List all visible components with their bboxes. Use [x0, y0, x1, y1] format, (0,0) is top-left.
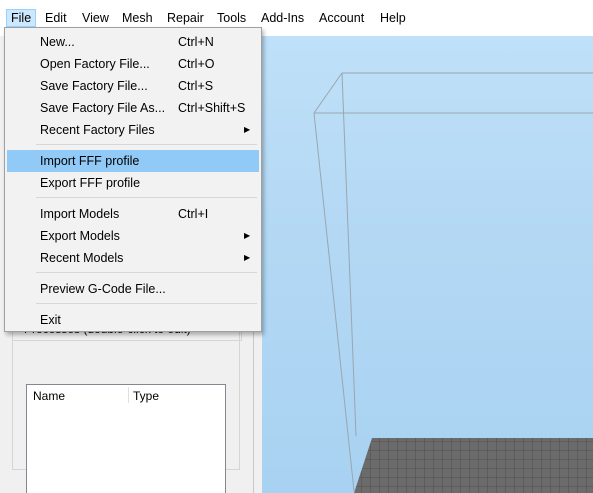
menu-item-save-factory-file[interactable]: Save Factory File... Ctrl+S: [7, 75, 259, 97]
shortcut-label: Ctrl+Shift+S: [178, 101, 246, 115]
menu-item-label: Preview G-Code File...: [40, 282, 166, 296]
file-menu-dropdown: New... Ctrl+N Open Factory File... Ctrl+…: [4, 27, 262, 332]
menu-item-preview-gcode-file[interactable]: Preview G-Code File...: [7, 278, 259, 300]
build-plate: [354, 438, 593, 493]
menu-help[interactable]: Help: [376, 9, 410, 27]
menu-separator: [36, 303, 257, 304]
menu-item-exit[interactable]: Exit: [7, 309, 259, 331]
menu-item-label: Save Factory File...: [40, 79, 148, 93]
menu-item-label: Save Factory File As...: [40, 101, 166, 115]
menu-item-import-fff-profile[interactable]: Import FFF profile: [7, 150, 259, 172]
menu-view[interactable]: View: [78, 9, 113, 27]
menu-item-recent-factory-files[interactable]: Recent Factory Files ▶: [7, 119, 259, 141]
menu-item-recent-models[interactable]: Recent Models ▶: [7, 247, 259, 269]
build-volume-outline: [313, 72, 593, 493]
menu-separator: [36, 197, 257, 198]
menu-item-save-factory-file-as[interactable]: Save Factory File As... Ctrl+Shift+S: [7, 97, 259, 119]
menu-item-label: Import Models: [40, 207, 120, 221]
menu-item-export-models[interactable]: Export Models ▶: [7, 225, 259, 247]
menu-item-label: Recent Factory Files: [40, 123, 155, 137]
menu-item-export-fff-profile[interactable]: Export FFF profile: [7, 172, 259, 194]
menu-tools[interactable]: Tools: [213, 9, 250, 27]
shortcut-label: Ctrl+I: [178, 207, 209, 221]
submenu-arrow-icon: ▶: [244, 253, 251, 262]
menu-repair[interactable]: Repair: [163, 9, 208, 27]
menu-item-label: Open Factory File...: [40, 57, 150, 71]
menu-item-import-models[interactable]: Import Models Ctrl+I: [7, 203, 259, 225]
shortcut-label: Ctrl+S: [178, 79, 214, 93]
submenu-arrow-icon: ▶: [244, 231, 251, 240]
shortcut-label: Ctrl+O: [178, 57, 215, 71]
menu-item-label: Import FFF profile: [40, 154, 140, 168]
menu-item-label: Recent Models: [40, 251, 124, 265]
menu-add-ins[interactable]: Add-Ins: [257, 9, 308, 27]
menu-account[interactable]: Account: [315, 9, 368, 27]
menu-item-open-factory-file[interactable]: Open Factory File... Ctrl+O: [7, 53, 259, 75]
menu-item-label: New...: [40, 35, 75, 49]
shortcut-label: Ctrl+N: [178, 35, 214, 49]
menu-edit[interactable]: Edit: [41, 9, 71, 27]
submenu-arrow-icon: ▶: [244, 125, 251, 134]
menu-mesh[interactable]: Mesh: [118, 9, 157, 27]
column-header-type[interactable]: Type: [133, 389, 159, 403]
menu-separator: [36, 144, 257, 145]
column-divider[interactable]: [128, 387, 129, 403]
menu-file[interactable]: File: [6, 9, 37, 27]
menu-item-label: Exit: [40, 313, 61, 327]
3d-viewport[interactable]: [262, 36, 593, 493]
menu-item-label: Export Models: [40, 229, 120, 243]
menu-item-label: Export FFF profile: [40, 176, 141, 190]
processes-list[interactable]: Name Type: [26, 384, 226, 493]
column-header-name[interactable]: Name: [33, 389, 65, 403]
menu-separator: [36, 272, 257, 273]
menu-item-new[interactable]: New... Ctrl+N: [7, 31, 259, 53]
